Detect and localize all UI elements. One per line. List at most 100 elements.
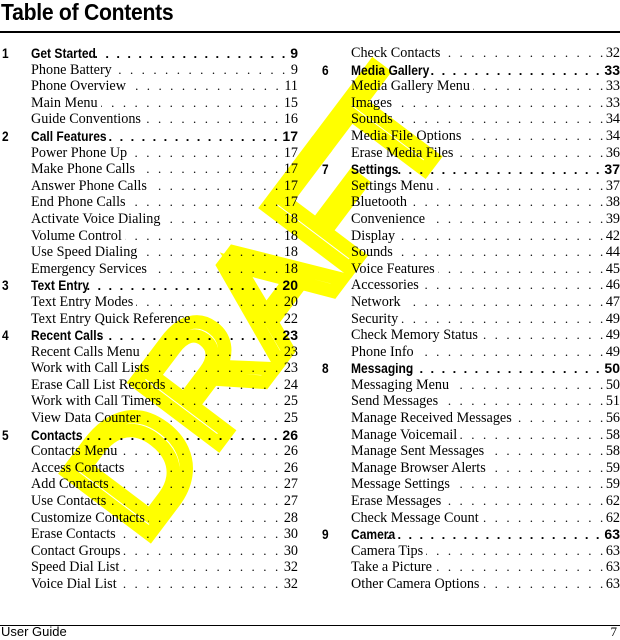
chapter-title: Settings	[351, 161, 399, 178]
toc-section-entry[interactable]: Manage Received Messages. . . . . . . . …	[320, 410, 620, 427]
dot-leader: . . . . . . . . . . . . . . . . . . . . …	[473, 78, 606, 94]
toc-section-entry[interactable]: Check Message Count. . . . . . . . . . .…	[320, 510, 620, 527]
toc-entry-line: Main Menu. . . . . . . . . . . . . . . .…	[31, 95, 298, 112]
toc-entry-line: Manage Voicemail. . . . . . . . . . . . …	[351, 427, 620, 444]
toc-section-entry[interactable]: Contacts Menu. . . . . . . . . . . . . .…	[0, 443, 300, 460]
toc-section-entry[interactable]: Phone Overview. . . . . . . . . . . . . …	[0, 78, 300, 95]
toc-section-entry[interactable]: Erase Call List Records. . . . . . . . .…	[0, 377, 300, 394]
toc-section-entry[interactable]: Manage Browser Alerts. . . . . . . . . .…	[320, 460, 620, 477]
dot-leader: . . . . . . . . . . . . . . . . . . . . …	[164, 393, 281, 409]
toc-section-entry[interactable]: Other Camera Options. . . . . . . . . . …	[320, 576, 620, 593]
toc-section-entry[interactable]: Network. . . . . . . . . . . . . . . . .…	[320, 294, 620, 311]
toc-section-entry[interactable]: Send Messages. . . . . . . . . . . . . .…	[320, 393, 620, 410]
dot-leader: . . . . . . . . . . . . . . . . . . . . …	[515, 410, 606, 426]
toc-section-entry[interactable]: Manage Voicemail. . . . . . . . . . . . …	[320, 427, 620, 444]
toc-chapter-entry[interactable]: 6 Media Gallery. . . . . . . . . . . . . …	[320, 62, 620, 79]
toc-section-entry[interactable]: Convenience. . . . . . . . . . . . . . .…	[320, 211, 620, 228]
toc-section-entry[interactable]: Sounds. . . . . . . . . . . . . . . . . …	[320, 111, 620, 128]
toc-section-entry[interactable]: Erase Contacts. . . . . . . . . . . . . …	[0, 526, 300, 543]
toc-chapter-entry[interactable]: 4 Recent Calls. . . . . . . . . . . . . .…	[0, 327, 300, 344]
toc-section-entry[interactable]: View Data Counter. . . . . . . . . . . .…	[0, 410, 300, 427]
toc-entry-line: Send Messages. . . . . . . . . . . . . .…	[351, 393, 620, 410]
toc-chapter-entry[interactable]: 5 Contacts. . . . . . . . . . . . . . . .…	[0, 427, 300, 444]
toc-section-entry[interactable]: Accessories. . . . . . . . . . . . . . .…	[320, 277, 620, 294]
toc-entry-line: Phone Info. . . . . . . . . . . . . . . …	[351, 344, 620, 361]
toc-section-entry[interactable]: Work with Call Lists. . . . . . . . . . …	[0, 360, 300, 377]
toc-section-entry[interactable]: Phone Info. . . . . . . . . . . . . . . …	[320, 344, 620, 361]
toc-entry-line: Erase Call List Records. . . . . . . . .…	[31, 377, 298, 394]
page-number: 49	[605, 327, 620, 344]
toc-entry-line: Recent Calls. . . . . . . . . . . . . . …	[31, 327, 298, 345]
dot-leader: . . . . . . . . . . . . . . . . . . . . …	[424, 62, 602, 78]
toc-chapter-entry[interactable]: 9 Camera. . . . . . . . . . . . . . . . .…	[320, 526, 620, 543]
toc-section-entry[interactable]: Camera Tips. . . . . . . . . . . . . . .…	[320, 543, 620, 560]
toc-section-entry[interactable]: Erase Messages. . . . . . . . . . . . . …	[320, 493, 620, 510]
section-title: Answer Phone Calls	[31, 177, 147, 194]
toc-section-entry[interactable]: Access Contacts. . . . . . . . . . . . .…	[0, 460, 300, 477]
toc-section-entry[interactable]: Check Memory Status. . . . . . . . . . .…	[320, 327, 620, 344]
toc-section-entry[interactable]: Answer Phone Calls. . . . . . . . . . . …	[0, 178, 300, 195]
toc-section-entry[interactable]: Manage Sent Messages. . . . . . . . . . …	[320, 443, 620, 460]
toc-section-entry[interactable]: Use Speed Dialing. . . . . . . . . . . .…	[0, 244, 300, 261]
toc-section-entry[interactable]: Text Entry Quick Reference. . . . . . . …	[0, 311, 300, 328]
toc-section-entry[interactable]: Media Gallery Menu. . . . . . . . . . . …	[320, 78, 620, 95]
toc-section-entry[interactable]: Guide Conventions. . . . . . . . . . . .…	[0, 111, 300, 128]
section-title: Add Contacts	[31, 476, 109, 493]
section-title: Erase Call List Records	[31, 376, 166, 393]
toc-section-entry[interactable]: Messaging Menu. . . . . . . . . . . . . …	[320, 377, 620, 394]
toc-section-entry[interactable]: Volume Control. . . . . . . . . . . . . …	[0, 228, 300, 245]
toc-section-entry[interactable]: Voice Dial List. . . . . . . . . . . . .…	[0, 576, 300, 593]
dot-leader: . . . . . . . . . . . . . . . . . . . . …	[111, 476, 281, 492]
toc-section-entry[interactable]: End Phone Calls. . . . . . . . . . . . .…	[0, 194, 300, 211]
page-number: 9	[290, 61, 298, 78]
toc-section-entry[interactable]: Emergency Services. . . . . . . . . . . …	[0, 261, 300, 278]
toc-section-entry[interactable]: Bluetooth. . . . . . . . . . . . . . . .…	[320, 194, 620, 211]
toc-section-entry[interactable]: Text Entry Modes. . . . . . . . . . . . …	[0, 294, 300, 311]
section-title: Erase Messages	[351, 493, 442, 510]
toc-section-entry[interactable]: Message Settings. . . . . . . . . . . . …	[320, 476, 620, 493]
toc-chapter-entry[interactable]: 3 Text Entry. . . . . . . . . . . . . . .…	[0, 277, 300, 294]
toc-entry-line: Voice Features. . . . . . . . . . . . . …	[351, 261, 620, 278]
toc-entry-line: End Phone Calls. . . . . . . . . . . . .…	[31, 194, 298, 211]
toc-section-entry[interactable]: Power Phone Up. . . . . . . . . . . . . …	[0, 145, 300, 162]
chapter-number: 2	[2, 127, 9, 144]
toc-entry-line: Camera. . . . . . . . . . . . . . . . . …	[351, 526, 620, 544]
toc-section-entry[interactable]: Activate Voice Dialing. . . . . . . . . …	[0, 211, 300, 228]
section-title: Text Entry Modes	[31, 293, 134, 310]
section-title: Sounds	[351, 244, 393, 261]
toc-section-entry[interactable]: Speed Dial List. . . . . . . . . . . . .…	[0, 559, 300, 576]
dot-leader: . . . . . . . . . . . . . . . . . . . . …	[109, 493, 281, 509]
toc-section-entry[interactable]: Main Menu. . . . . . . . . . . . . . . .…	[0, 95, 300, 112]
dot-leader: . . . . . . . . . . . . . . . . . . . . …	[398, 227, 606, 243]
toc-chapter-entry[interactable]: 7 Settings. . . . . . . . . . . . . . . .…	[320, 161, 620, 178]
toc-chapter-entry[interactable]: 1 Get Started. . . . . . . . . . . . . . …	[0, 45, 300, 62]
toc-section-entry[interactable]: Recent Calls Menu. . . . . . . . . . . .…	[0, 344, 300, 361]
toc-section-entry[interactable]: Security. . . . . . . . . . . . . . . . …	[320, 311, 620, 328]
toc-section-entry[interactable]: Work with Call Timers. . . . . . . . . .…	[0, 393, 300, 410]
toc-section-entry[interactable]: Images. . . . . . . . . . . . . . . . . …	[320, 95, 620, 112]
toc-section-entry[interactable]: Take a Picture. . . . . . . . . . . . . …	[320, 559, 620, 576]
toc-section-entry[interactable]: Display. . . . . . . . . . . . . . . . .…	[320, 228, 620, 245]
toc-chapter-entry[interactable]: 8 Messaging. . . . . . . . . . . . . . . …	[320, 360, 620, 377]
page-number: 20	[283, 293, 298, 310]
section-title: View Data Counter	[31, 410, 141, 427]
toc-section-entry[interactable]: Erase Media Files. . . . . . . . . . . .…	[320, 145, 620, 162]
page-number: 58	[605, 426, 620, 443]
toc-section-entry[interactable]: Sounds. . . . . . . . . . . . . . . . . …	[320, 244, 620, 261]
toc-section-entry[interactable]: Contact Groups. . . . . . . . . . . . . …	[0, 543, 300, 560]
dot-leader: . . . . . . . . . . . . . . . . . . . . …	[428, 210, 606, 226]
page-number: 56	[605, 410, 620, 427]
toc-section-entry[interactable]: Make Phone Calls. . . . . . . . . . . . …	[0, 161, 300, 178]
toc-section-entry[interactable]: Add Contacts. . . . . . . . . . . . . . …	[0, 476, 300, 493]
toc-entry-line: Settings. . . . . . . . . . . . . . . . …	[351, 161, 620, 179]
toc-section-entry[interactable]: Phone Battery. . . . . . . . . . . . . .…	[0, 62, 300, 79]
toc-section-entry[interactable]: Customize Contacts. . . . . . . . . . . …	[0, 510, 300, 527]
toc-section-entry[interactable]: Voice Features. . . . . . . . . . . . . …	[320, 261, 620, 278]
toc-section-entry[interactable]: Media File Options. . . . . . . . . . . …	[320, 128, 620, 145]
toc-section-entry[interactable]: Use Contacts. . . . . . . . . . . . . . …	[0, 493, 300, 510]
page-number: 32	[605, 45, 620, 61]
toc-section-entry[interactable]: Settings Menu. . . . . . . . . . . . . .…	[320, 178, 620, 195]
toc-section-entry[interactable]: Check Contacts. . . . . . . . . . . . . …	[320, 45, 620, 62]
chapter-title: Text Entry	[31, 277, 89, 294]
toc-chapter-entry[interactable]: 2 Call Features. . . . . . . . . . . . . …	[0, 128, 300, 145]
